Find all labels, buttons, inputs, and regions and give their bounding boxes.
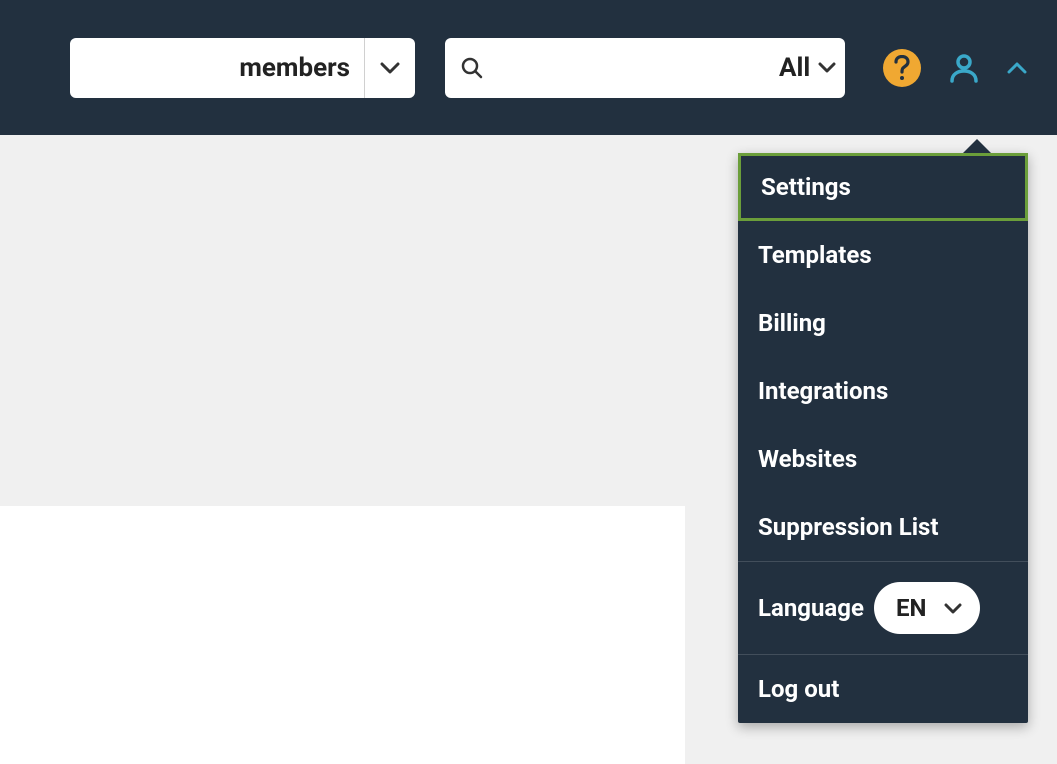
person-icon (949, 53, 979, 83)
chevron-up-icon (1007, 62, 1027, 74)
menu-item-billing[interactable]: Billing (738, 289, 1028, 357)
menu-item-label: Templates (758, 241, 872, 269)
menu-item-label: Log out (758, 675, 839, 703)
content-panel (0, 506, 685, 764)
search-filter-label: All (779, 53, 810, 83)
search-icon (461, 57, 483, 79)
menu-item-label: Websites (758, 445, 857, 473)
members-selector[interactable]: members (70, 38, 415, 98)
search-input[interactable] (491, 55, 779, 81)
question-icon (893, 55, 911, 81)
menu-item-logout[interactable]: Log out (738, 655, 1028, 723)
header-bar: members All (0, 0, 1057, 135)
header-right (883, 49, 1027, 87)
menu-item-label: Settings (761, 173, 851, 201)
search-icon-wrap (461, 57, 483, 79)
menu-item-label: Suppression List (758, 513, 939, 541)
language-select[interactable]: EN (874, 582, 980, 634)
search-filter[interactable]: All (779, 53, 836, 83)
menu-item-templates[interactable]: Templates (738, 221, 1028, 289)
account-button[interactable] (949, 53, 979, 83)
chevron-down-icon (944, 603, 962, 614)
help-button[interactable] (883, 49, 921, 87)
dropdown-arrow (963, 139, 991, 153)
language-value: EN (896, 594, 926, 622)
chevron-down-icon (380, 62, 400, 74)
language-label: Language (758, 594, 864, 622)
menu-item-websites[interactable]: Websites (738, 425, 1028, 493)
menu-item-label: Integrations (758, 377, 888, 405)
members-selector-label: members (70, 38, 365, 98)
search-box[interactable]: All (445, 38, 845, 98)
members-selector-chevron[interactable] (365, 38, 415, 98)
account-menu-toggle[interactable] (1007, 62, 1027, 74)
menu-item-integrations[interactable]: Integrations (738, 357, 1028, 425)
menu-item-suppression-list[interactable]: Suppression List (738, 493, 1028, 561)
account-dropdown-menu: Settings Templates Billing Integrations … (738, 153, 1028, 723)
menu-item-language: Language EN (738, 562, 1028, 654)
menu-item-label: Billing (758, 309, 826, 337)
chevron-down-icon (818, 62, 836, 73)
menu-item-settings[interactable]: Settings (738, 153, 1028, 221)
